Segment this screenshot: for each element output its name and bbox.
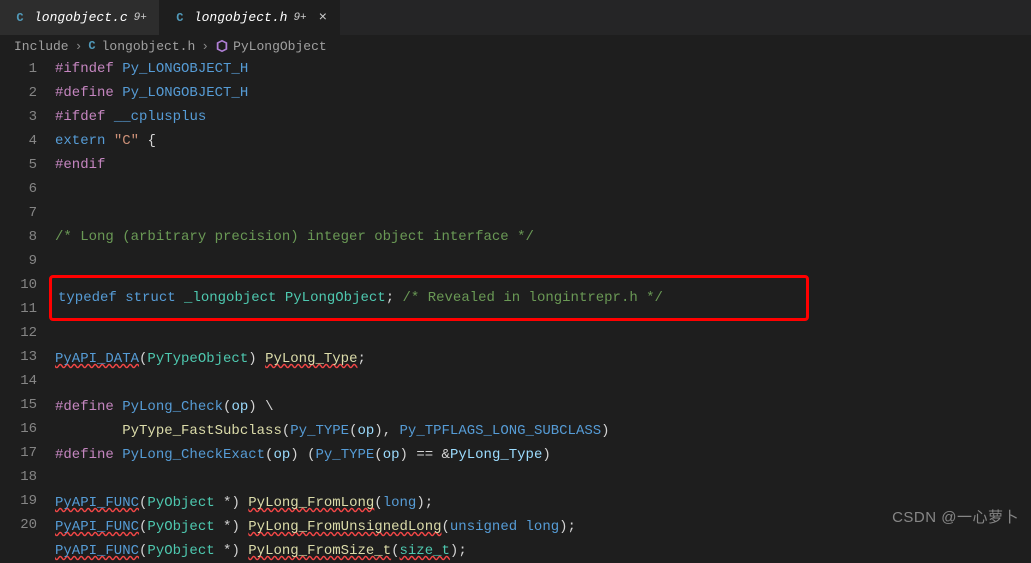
line-number: 16 — [0, 417, 37, 441]
line-number: 6 — [0, 177, 37, 201]
line-number: 12 — [0, 321, 37, 345]
code-line: typedef struct _longobject PyLongObject;… — [58, 286, 800, 310]
code-editor[interactable]: 1 2 3 4 5 6 7 8 9 10 11 12 13 14 15 16 1… — [0, 57, 1031, 563]
breadcrumb-folder[interactable]: Include — [14, 39, 69, 54]
close-icon[interactable]: × — [319, 10, 327, 26]
tab-modified-badge: 9+ — [293, 12, 306, 24]
code-content[interactable]: #ifndef Py_LONGOBJECT_H #define Py_LONGO… — [55, 57, 1031, 563]
code-line — [55, 467, 1031, 491]
code-line: PyAPI_FUNC(PyObject *) PyLong_FromSize_t… — [55, 539, 1031, 563]
code-line: PyAPI_FUNC(PyObject *) PyLong_FromLong(l… — [55, 491, 1031, 515]
line-number: 4 — [0, 129, 37, 153]
code-line: #ifdef __cplusplus — [55, 105, 1031, 129]
line-number: 20 — [0, 513, 37, 537]
line-number-gutter: 1 2 3 4 5 6 7 8 9 10 11 12 13 14 15 16 1… — [0, 57, 55, 563]
line-number: 5 — [0, 153, 37, 177]
code-line: #endif — [55, 153, 1031, 177]
code-line: extern "C" { — [55, 129, 1031, 153]
line-number: 11 — [0, 297, 37, 321]
line-number: 8 — [0, 225, 37, 249]
tab-bar: C longobject.c 9+ C longobject.h 9+ × — [0, 0, 1031, 35]
c-file-icon: C — [172, 10, 188, 26]
code-line — [55, 177, 1031, 201]
c-file-icon: C — [88, 39, 95, 53]
code-line: PyAPI_FUNC(PyObject *) PyLong_FromUnsign… — [55, 515, 1031, 539]
breadcrumb-file[interactable]: longobject.h — [102, 39, 196, 54]
code-line: PyType_FastSubclass(Py_TYPE(op), Py_TPFL… — [55, 419, 1031, 443]
code-line — [55, 201, 1031, 225]
line-number: 7 — [0, 201, 37, 225]
tab-label: longobject.c — [34, 10, 128, 25]
struct-icon — [215, 39, 229, 54]
line-number: 13 — [0, 345, 37, 369]
tab-label: longobject.h — [194, 10, 288, 25]
code-line: #define PyLong_Check(op) \ — [55, 395, 1031, 419]
line-number: 9 — [0, 249, 37, 273]
line-number: 2 — [0, 81, 37, 105]
tab-modified-badge: 9+ — [134, 12, 147, 24]
line-number: 3 — [0, 105, 37, 129]
tab-longobject-h[interactable]: C longobject.h 9+ × — [160, 0, 340, 35]
breadcrumb[interactable]: Include › C longobject.h › PyLongObject — [0, 35, 1031, 57]
tab-longobject-c[interactable]: C longobject.c 9+ — [0, 0, 160, 35]
code-line: #define PyLong_CheckExact(op) (Py_TYPE(o… — [55, 443, 1031, 467]
line-number: 17 — [0, 441, 37, 465]
code-line — [55, 249, 1031, 273]
line-number: 1 — [0, 57, 37, 81]
code-line: #define Py_LONGOBJECT_H — [55, 81, 1031, 105]
line-number: 18 — [0, 465, 37, 489]
c-file-icon: C — [12, 10, 28, 26]
watermark: CSDN @一心萝卜 — [892, 506, 1019, 527]
line-number: 10 — [0, 273, 37, 297]
line-number: 14 — [0, 369, 37, 393]
code-line: /* Long (arbitrary precision) integer ob… — [55, 225, 1031, 249]
code-line — [55, 323, 1031, 347]
line-number: 19 — [0, 489, 37, 513]
code-line: PyAPI_DATA(PyTypeObject) PyLong_Type; — [55, 347, 1031, 371]
code-line: #ifndef Py_LONGOBJECT_H — [55, 57, 1031, 81]
chevron-right-icon: › — [201, 39, 209, 54]
line-number: 15 — [0, 393, 37, 417]
code-line — [55, 371, 1031, 395]
chevron-right-icon: › — [75, 39, 83, 54]
highlighted-region: typedef struct _longobject PyLongObject;… — [49, 275, 809, 321]
breadcrumb-symbol[interactable]: PyLongObject — [215, 39, 327, 54]
